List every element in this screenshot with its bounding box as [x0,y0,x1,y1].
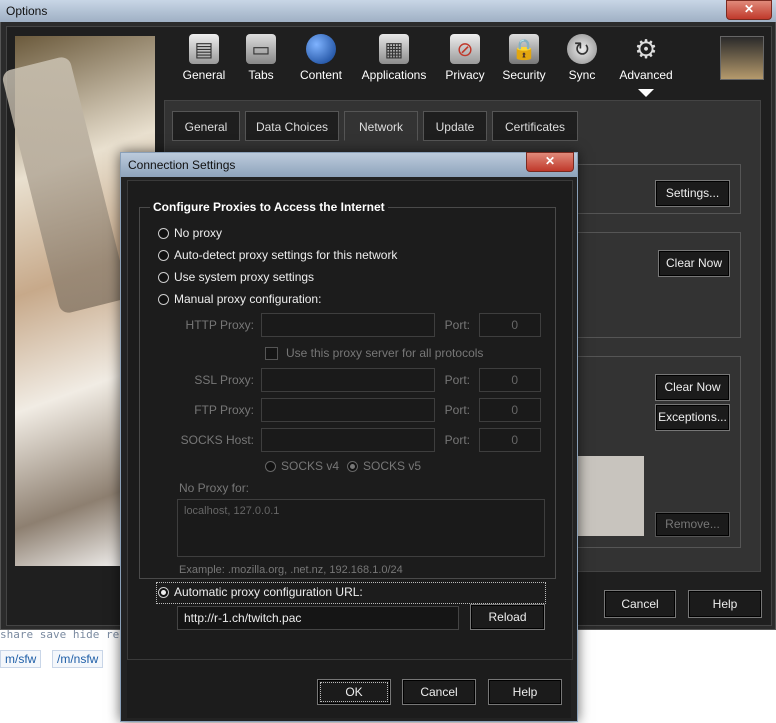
general-icon: ▤ [189,34,219,64]
toolbar-label: Content [299,68,343,82]
auto-url-radio[interactable] [158,586,169,598]
no-proxy-option[interactable]: No proxy [158,226,222,240]
ssl-port-label: Port: [444,373,470,387]
clear-offline-button[interactable]: Clear Now [655,374,730,401]
remove-button[interactable]: Remove... [655,512,730,537]
ftp-proxy-input[interactable] [261,398,435,422]
toolbar-label: Security [502,68,546,82]
system-proxy-label: Use system proxy settings [174,270,315,284]
dialog-close-button[interactable]: ✕ [526,152,574,172]
options-title: Options [6,4,48,18]
tab-data-choices[interactable]: Data Choices [245,111,339,141]
socks-v4-label: SOCKS v4 [281,459,340,473]
no-proxy-for-textarea[interactable]: localhost, 127.0.0.1 [177,499,545,557]
socks-port-label: Port: [444,433,470,447]
tab-update[interactable]: Update [423,111,487,141]
toolbar-applications[interactable]: ▦ Applications [356,34,432,90]
http-port-input[interactable]: 0 [479,313,541,337]
proxy-group-title: Configure Proxies to Access the Internet [150,200,388,214]
auto-detect-radio[interactable] [158,249,169,261]
same-proxy-checkbox[interactable] [265,346,278,360]
manual-proxy-radio[interactable] [158,293,169,305]
options-help-button[interactable]: Help [688,590,762,618]
toolbar-advanced[interactable]: ⚙ Advanced [613,34,679,90]
ssl-proxy-input[interactable] [261,368,435,392]
dialog-help-button[interactable]: Help [488,679,562,705]
toolbar-label: Tabs [248,68,274,82]
tab-network[interactable]: Network [344,111,418,141]
socks-v4-option[interactable]: SOCKS v4 [265,459,339,473]
auto-url-option[interactable]: Automatic proxy configuration URL: [158,585,363,599]
ftp-proxy-label: FTP Proxy: [194,403,254,417]
background-link-sfw[interactable]: m/sfw [0,650,42,668]
content-icon [306,34,336,64]
ssl-proxy-label: SSL Proxy: [194,373,254,387]
manual-proxy-option[interactable]: Manual proxy configuration: [158,292,321,306]
ok-button[interactable]: OK [317,679,391,705]
http-proxy-input[interactable] [261,313,435,337]
toolbar-label: Sync [568,68,596,82]
exceptions-button[interactable]: Exceptions... [655,404,730,431]
http-proxy-label: HTTP Proxy: [185,318,254,332]
tab-general[interactable]: General [172,111,240,141]
no-proxy-radio[interactable] [158,227,169,239]
applications-icon: ▦ [379,34,409,64]
socks-v4-radio[interactable] [265,460,276,472]
auto-detect-option[interactable]: Auto-detect proxy settings for this netw… [158,248,397,262]
cache-group [575,232,741,338]
auto-url-input[interactable]: http://r-1.ch/twitch.pac [177,606,459,630]
socks-host-label: SOCKS Host: [180,433,254,447]
options-close-button[interactable]: ✕ [726,0,772,20]
no-proxy-label: No proxy [174,226,223,240]
manual-proxy-label: Manual proxy configuration: [174,292,322,306]
tabs-icon: ▭ [246,34,276,64]
no-proxy-example: Example: .mozilla.org, .net.nz, 192.168.… [179,564,403,576]
system-proxy-radio[interactable] [158,271,169,283]
socks-host-input[interactable] [261,428,435,452]
avatar [720,36,764,80]
toolbar-sync[interactable]: ↻ Sync [549,34,615,90]
system-proxy-option[interactable]: Use system proxy settings [158,270,314,284]
sync-icon: ↻ [567,34,597,64]
toolbar-content[interactable]: Content [288,34,354,90]
http-port-label: Port: [444,318,470,332]
same-proxy-label: Use this proxy server for all protocols [286,346,484,360]
socks-v5-label: SOCKS v5 [363,459,422,473]
options-titlebar [0,0,776,22]
ftp-port-input[interactable]: 0 [479,398,541,422]
privacy-icon: ⊘ [450,34,480,64]
tab-certificates[interactable]: Certificates [492,111,578,141]
background-link-nsfw[interactable]: /m/nsfw [52,650,104,668]
socks-v5-option[interactable]: SOCKS v5 [347,459,421,473]
dialog-title: Connection Settings [128,158,236,172]
options-cancel-button[interactable]: Cancel [604,590,676,618]
settings-button[interactable]: Settings... [655,180,730,207]
toolbar-privacy[interactable]: ⊘ Privacy [432,34,498,90]
dialog-cancel-button[interactable]: Cancel [402,679,476,705]
auto-url-label: Automatic proxy configuration URL: [174,585,363,599]
socks-v5-radio[interactable] [347,460,358,472]
toolbar-security[interactable]: 🔒 Security [491,34,557,90]
no-proxy-for-label: No Proxy for: [179,481,250,495]
ftp-port-label: Port: [444,403,470,417]
socks-port-input[interactable]: 0 [479,428,541,452]
same-proxy-checkbox-row[interactable]: Use this proxy server for all protocols [265,346,483,360]
security-icon: 🔒 [509,34,539,64]
toolbar-label: Applications [361,68,427,82]
toolbar-label: Advanced [619,68,673,82]
gear-icon: ⚙ [634,33,658,64]
auto-detect-label: Auto-detect proxy settings for this netw… [174,248,398,262]
ssl-port-input[interactable]: 0 [479,368,541,392]
toolbar-tabs[interactable]: ▭ Tabs [228,34,294,90]
toolbar-label: Privacy [445,68,485,82]
clear-cache-button[interactable]: Clear Now [658,250,730,277]
reload-button[interactable]: Reload [470,604,545,630]
active-pane-indicator [638,89,654,97]
